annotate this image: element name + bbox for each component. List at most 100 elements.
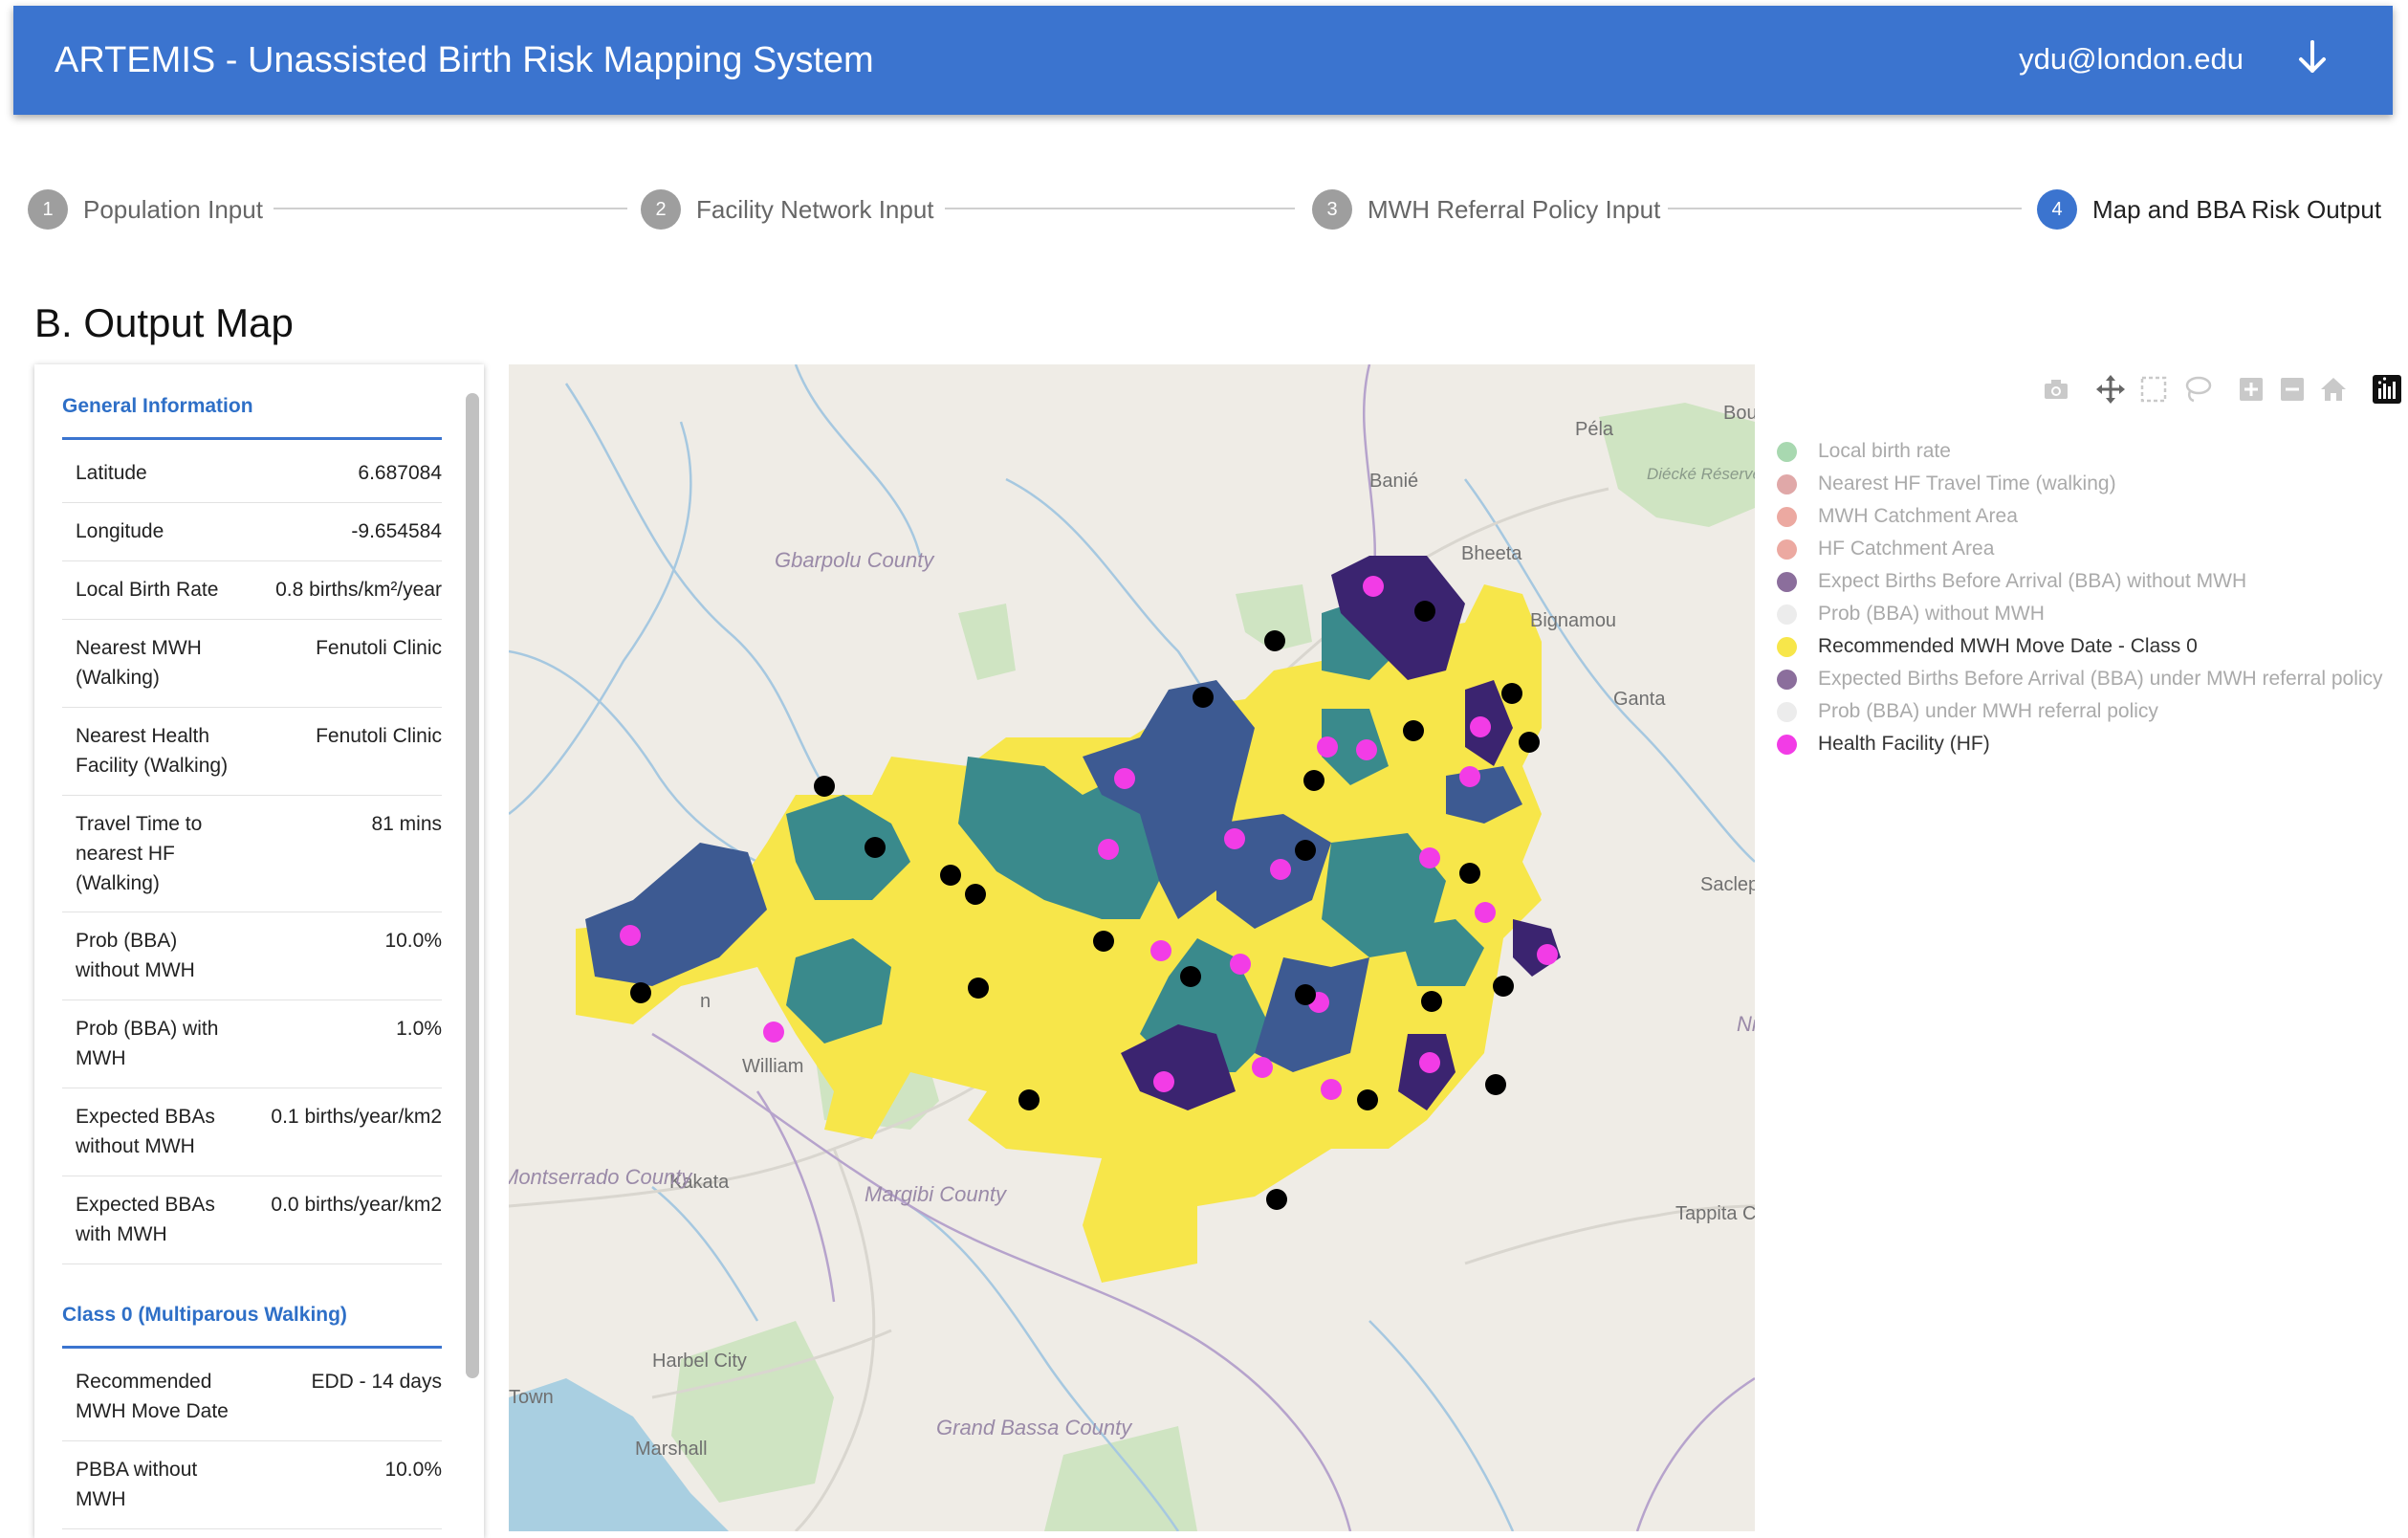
mwh-site-marker[interactable]: [1018, 1089, 1040, 1110]
legend-marker: [1777, 473, 1797, 494]
mwh-site-marker[interactable]: [1266, 1189, 1287, 1210]
info-value: 10.0%: [384, 1459, 442, 1481]
mwh-site-marker[interactable]: [1180, 966, 1201, 987]
mwh-site-marker[interactable]: [1303, 770, 1324, 791]
mwh-site-marker[interactable]: [1193, 687, 1214, 708]
info-row: Nearest Health Facility (Walking) Fenuto…: [62, 707, 442, 796]
mwh-site-marker[interactable]: [1459, 863, 1480, 884]
legend-item-expected-bba-under-policy[interactable]: Expected Births Before Arrival (BBA) und…: [1777, 665, 2383, 693]
box-select-icon[interactable]: [2137, 373, 2170, 406]
legend-item-health-facility[interactable]: Health Facility (HF): [1777, 730, 1990, 758]
info-value: -9.654584: [351, 520, 442, 542]
mwh-site-marker[interactable]: [968, 978, 989, 999]
step-facility-network-input[interactable]: 2 Facility Network Input: [641, 187, 934, 231]
info-key: Nearest Health Facility (Walking): [76, 725, 229, 777]
health-facility-marker[interactable]: [763, 1022, 784, 1043]
mwh-site-marker[interactable]: [1357, 1089, 1378, 1110]
legend-label: Expect Births Before Arrival (BBA) witho…: [1818, 570, 2247, 592]
mwh-site-marker[interactable]: [1264, 630, 1285, 651]
info-value: 81 mins: [371, 813, 442, 835]
info-key: Travel Time to nearest HF (Walking): [76, 813, 203, 894]
arrow-down-icon[interactable]: [2289, 34, 2335, 80]
legend-label: Nearest HF Travel Time (walking): [1818, 472, 2116, 494]
health-facility-marker[interactable]: [1114, 768, 1135, 789]
mwh-site-marker[interactable]: [1493, 976, 1514, 997]
health-facility-marker[interactable]: [1230, 954, 1251, 975]
health-facility-marker[interactable]: [1470, 716, 1491, 737]
plotly-logo-icon[interactable]: [2371, 373, 2403, 406]
legend-item-local-birth-rate[interactable]: Local birth rate: [1777, 437, 1951, 466]
info-value: 6.687084: [358, 462, 442, 484]
health-facility-marker[interactable]: [1363, 576, 1384, 597]
step-population-input[interactable]: 1 Population Input: [28, 187, 263, 231]
mwh-site-marker[interactable]: [940, 865, 961, 886]
health-facility-marker[interactable]: [1419, 1052, 1440, 1073]
mwh-site-marker[interactable]: [1519, 732, 1540, 753]
health-facility-marker[interactable]: [1270, 859, 1291, 880]
mwh-site-marker[interactable]: [865, 837, 886, 858]
legend-item-prob-bba-without-mwh[interactable]: Prob (BBA) without MWH: [1777, 600, 2045, 628]
info-panel[interactable]: General Information Latitude 6.687084 Lo…: [34, 364, 484, 1538]
step-connector: [945, 208, 1295, 209]
legend-item-recommended-mwh-move-date[interactable]: Recommended MWH Move Date - Class 0: [1777, 632, 2198, 661]
health-facility-marker[interactable]: [1153, 1071, 1174, 1092]
health-facility-marker[interactable]: [620, 925, 641, 946]
step-map-and-bba-risk-output[interactable]: 4 Map and BBA Risk Output: [2037, 187, 2381, 231]
legend-item-hf-catchment-area[interactable]: HF Catchment Area: [1777, 535, 1994, 563]
health-facility-marker[interactable]: [1419, 847, 1440, 868]
mwh-site-marker[interactable]: [965, 884, 986, 905]
place-label: Bou: [1723, 403, 1755, 424]
health-facility-marker[interactable]: [1321, 1079, 1342, 1100]
mwh-site-marker[interactable]: [1403, 720, 1424, 741]
health-facility-marker[interactable]: [1150, 940, 1171, 961]
home-icon[interactable]: [2317, 373, 2350, 406]
place-label: Grand Bassa County: [936, 1416, 1133, 1439]
legend-item-nearest-hf-travel-time[interactable]: Nearest HF Travel Time (walking): [1777, 470, 2116, 498]
user-email[interactable]: ydu@london.edu: [2019, 42, 2244, 77]
mwh-site-marker[interactable]: [1093, 931, 1114, 952]
health-facility-marker[interactable]: [1356, 739, 1377, 760]
health-facility-marker[interactable]: [1459, 766, 1480, 787]
place-label: Tappita C: [1675, 1203, 1755, 1224]
mwh-site-marker[interactable]: [1295, 840, 1316, 861]
legend-item-mwh-catchment-area[interactable]: MWH Catchment Area: [1777, 502, 2018, 531]
mwh-site-marker[interactable]: [1414, 601, 1435, 622]
output-map[interactable]: Péla Banié Bheeta Bignamou Ganta Saclep …: [509, 364, 1755, 1531]
place-label: Banié: [1369, 471, 1418, 492]
mwh-site-marker[interactable]: [814, 776, 835, 797]
zoom-out-icon[interactable]: [2276, 373, 2309, 406]
legend-marker: [1777, 636, 1797, 657]
legend-label: HF Catchment Area: [1818, 538, 1995, 560]
place-label: Gbarpolu County: [775, 548, 935, 572]
health-facility-marker[interactable]: [1537, 944, 1558, 965]
health-facility-marker[interactable]: [1252, 1057, 1273, 1078]
mwh-site-marker[interactable]: [1501, 683, 1522, 704]
scrollbar-thumb[interactable]: [466, 393, 479, 1378]
mwh-site-marker[interactable]: [1421, 991, 1442, 1012]
health-facility-marker[interactable]: [1098, 839, 1119, 860]
health-facility-marker[interactable]: [1224, 828, 1245, 849]
lasso-icon[interactable]: [2180, 373, 2213, 406]
info-key: PBBA without MWH: [76, 1459, 198, 1510]
step-connector: [274, 208, 627, 209]
place-label: Bheeta: [1461, 543, 1522, 564]
info-key: Expected BBAs without MWH: [76, 1106, 215, 1157]
pan-icon[interactable]: [2094, 373, 2127, 406]
step-number: 1: [28, 189, 68, 230]
step-mwh-referral-policy-input[interactable]: 3 MWH Referral Policy Input: [1312, 187, 1660, 231]
mwh-site-marker[interactable]: [1295, 984, 1316, 1005]
info-row: Latitude 6.687084: [62, 444, 442, 503]
health-facility-marker[interactable]: [1317, 736, 1338, 758]
mwh-site-marker[interactable]: [630, 982, 651, 1003]
info-value: 10.0%: [384, 930, 442, 952]
heading-underline: [62, 437, 442, 440]
camera-icon[interactable]: [2040, 373, 2072, 406]
legend-label: Expected Births Before Arrival (BBA) und…: [1818, 668, 2383, 690]
info-key: Recommended MWH Move Date: [76, 1371, 229, 1422]
info-row: Local Birth Rate 0.8 births/km²/year: [62, 560, 442, 620]
legend-item-expected-bba-without-mwh[interactable]: Expect Births Before Arrival (BBA) witho…: [1777, 567, 2246, 596]
mwh-site-marker[interactable]: [1485, 1074, 1506, 1095]
legend-item-prob-bba-under-policy[interactable]: Prob (BBA) under MWH referral policy: [1777, 697, 2158, 726]
zoom-in-icon[interactable]: [2235, 373, 2267, 406]
health-facility-marker[interactable]: [1475, 902, 1496, 923]
